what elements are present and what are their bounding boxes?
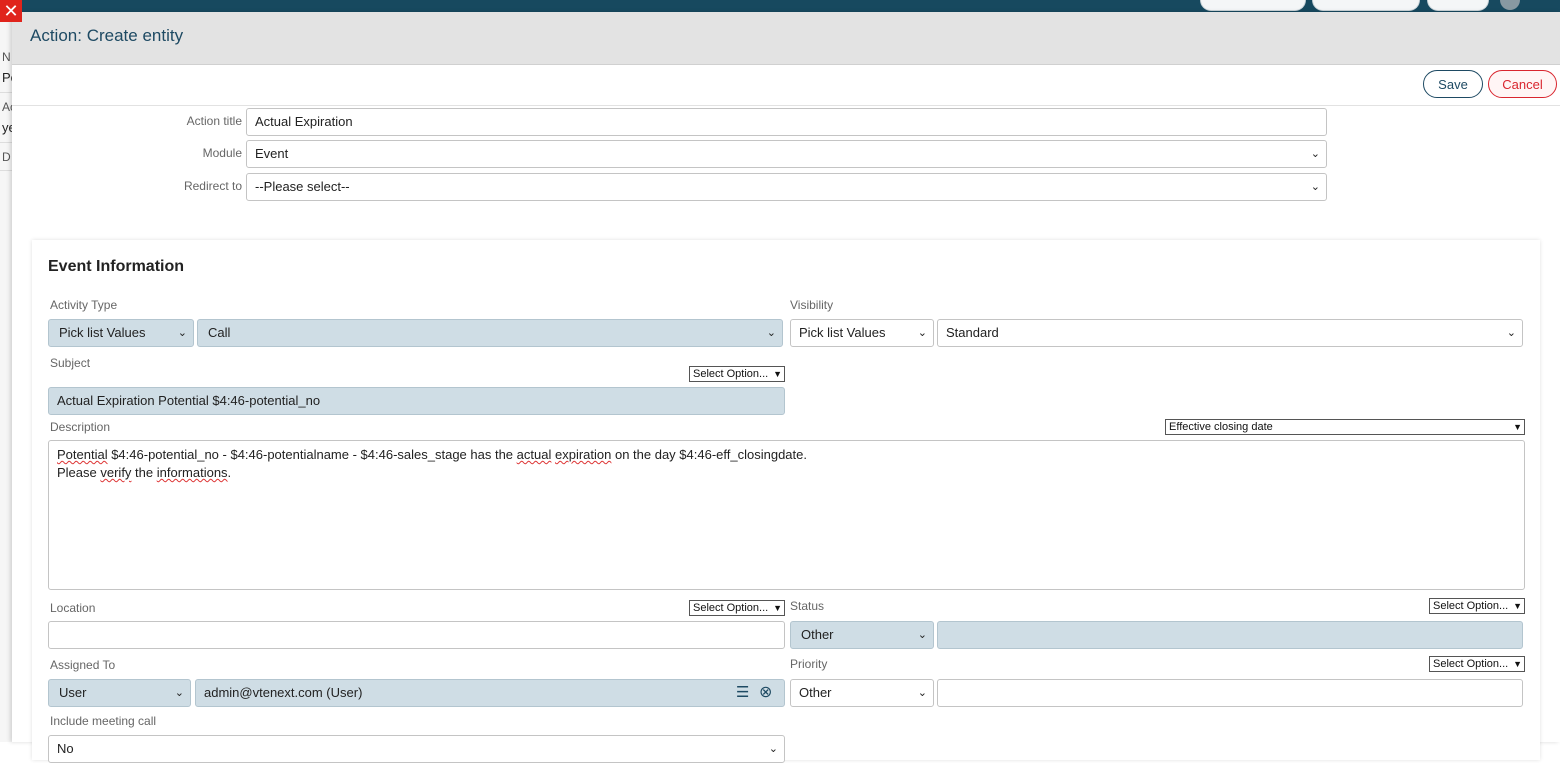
background-tab [1200,0,1306,11]
chevron-down-icon: ⌄ [766,327,776,339]
modal-toolbar: Save Cancel [12,65,1560,106]
module-select[interactable]: Event ⌄ [246,140,1327,168]
description-line: Potential $4:46-potential_no - $4:46-pot… [57,446,1516,464]
save-button[interactable]: Save [1423,70,1483,98]
subject-input[interactable]: Actual Expiration Potential $4:46-potent… [48,387,785,415]
status-value: Other [801,627,834,642]
description-textarea[interactable]: Potential $4:46-potential_no - $4:46-pot… [48,440,1525,590]
background-label: Po [2,70,12,85]
description-text: on the day $4:46-eff_closingdate. [611,447,807,462]
visibility-label: Visibility [790,298,834,312]
description-line: Please verify the informations. [57,464,1516,482]
event-information-section: Event Information Activity Type Pick lis… [32,240,1540,763]
visibility-mode-select[interactable]: Pick list Values ⌄ [790,319,934,347]
background-label: Ac [2,100,12,114]
priority-text-input[interactable] [937,679,1523,707]
create-entity-modal: Action: Create entity Save Cancel Action… [12,12,1560,763]
modal-title: Action: Create entity [30,26,184,45]
chevron-down-icon: ⌄ [768,743,778,755]
status-label: Status [790,599,825,613]
chevron-down-icon: ⌄ [177,327,187,339]
location-label: Location [50,601,96,615]
subject-label: Subject [50,356,91,370]
description-field-value: Effective closing date [1169,421,1273,433]
subject-option-select[interactable]: Select Option... ▼ [689,366,785,382]
chevron-down-icon: ⌄ [917,327,927,339]
description-text: $4:46-potential_no - $4:46-potentialname… [107,447,517,462]
section-title: Event Information [48,258,185,275]
activity-type-mode-value: Pick list Values [59,325,146,340]
chevron-down-icon: ▼ [773,369,782,379]
chevron-down-icon: ⌄ [174,687,184,699]
description-text: Potential [57,447,108,462]
clear-icon[interactable]: ⊗ [759,682,772,702]
description-label: Description [50,420,111,434]
location-option-select[interactable]: Select Option... ▼ [689,600,785,616]
module-select-value: Event [255,146,289,161]
status-option-value: Select Option... [1433,600,1509,612]
status-option-select[interactable]: Select Option... ▼ [1429,598,1525,614]
background-tab [1427,0,1489,11]
redirect-label: Redirect to [183,179,242,193]
activity-type-value: Call [208,325,231,340]
visibility-mode-value: Pick list Values [799,325,886,340]
activity-type-select[interactable]: Call ⌄ [197,319,783,347]
meeting-call-value: No [57,741,74,756]
background-label: D [2,150,11,164]
redirect-select-value: --Please select-- [255,179,350,194]
meeting-call-select[interactable]: No ⌄ [48,735,785,763]
chevron-down-icon: ▼ [773,603,782,613]
activity-type-mode-select[interactable]: Pick list Values ⌄ [48,319,194,347]
chevron-down-icon: ⌄ [1310,148,1320,160]
modal-header: Action: Create entity [12,12,1560,65]
location-input[interactable] [48,621,785,649]
description-text: expiration [554,447,612,462]
background-label: ye [2,120,12,135]
visibility-value: Standard [946,325,999,340]
description-text: Please [57,465,101,480]
action-title-input[interactable]: Actual Expiration [246,108,1327,136]
redirect-select[interactable]: --Please select-- ⌄ [246,173,1327,201]
assigned-to-label: Assigned To [50,658,116,672]
action-title-label: Action title [186,114,242,128]
background-label: N [2,50,11,64]
priority-value: Other [799,685,832,700]
priority-select[interactable]: Other ⌄ [790,679,934,707]
status-select[interactable]: Other ⌄ [790,621,934,649]
list-icon[interactable]: ☰ [736,683,749,701]
cancel-button[interactable]: Cancel [1488,70,1557,98]
priority-option-select[interactable]: Select Option... ▼ [1429,656,1525,672]
close-icon[interactable]: ✕ [0,0,22,22]
chevron-down-icon: ▼ [1513,659,1522,669]
description-text: actual [516,447,552,462]
priority-option-value: Select Option... [1433,658,1509,670]
activity-type-label: Activity Type [50,298,118,312]
module-label: Module [202,146,242,160]
description-text: . [227,465,232,480]
background-tab [1312,0,1420,11]
description-text: the [131,465,157,480]
chevron-down-icon: ⌄ [1310,181,1320,193]
chevron-down-icon: ⌄ [917,629,927,641]
description-text: verify [100,465,132,480]
chevron-down-icon: ⌄ [917,687,927,699]
chevron-down-icon: ▼ [1513,601,1522,611]
assigned-type-select[interactable]: User ⌄ [48,679,191,707]
status-text-input[interactable] [937,621,1523,649]
chevron-down-icon: ⌄ [1506,327,1516,339]
description-text: informations [156,465,228,480]
assigned-type-value: User [59,685,87,700]
background-page-strip: N Po Ac ye D [0,12,12,742]
meeting-call-label: Include meeting call [50,714,157,728]
priority-label: Priority [790,657,828,671]
subject-option-value: Select Option... [693,368,769,380]
chevron-down-icon: ▼ [1513,422,1522,432]
assigned-user-input[interactable]: admin@vtenext.com (User) [195,679,785,707]
location-option-value: Select Option... [693,602,769,614]
visibility-select[interactable]: Standard ⌄ [937,319,1523,347]
description-field-select[interactable]: Effective closing date ▼ [1165,419,1525,435]
assigned-user-value: admin@vtenext.com (User) [204,685,363,700]
